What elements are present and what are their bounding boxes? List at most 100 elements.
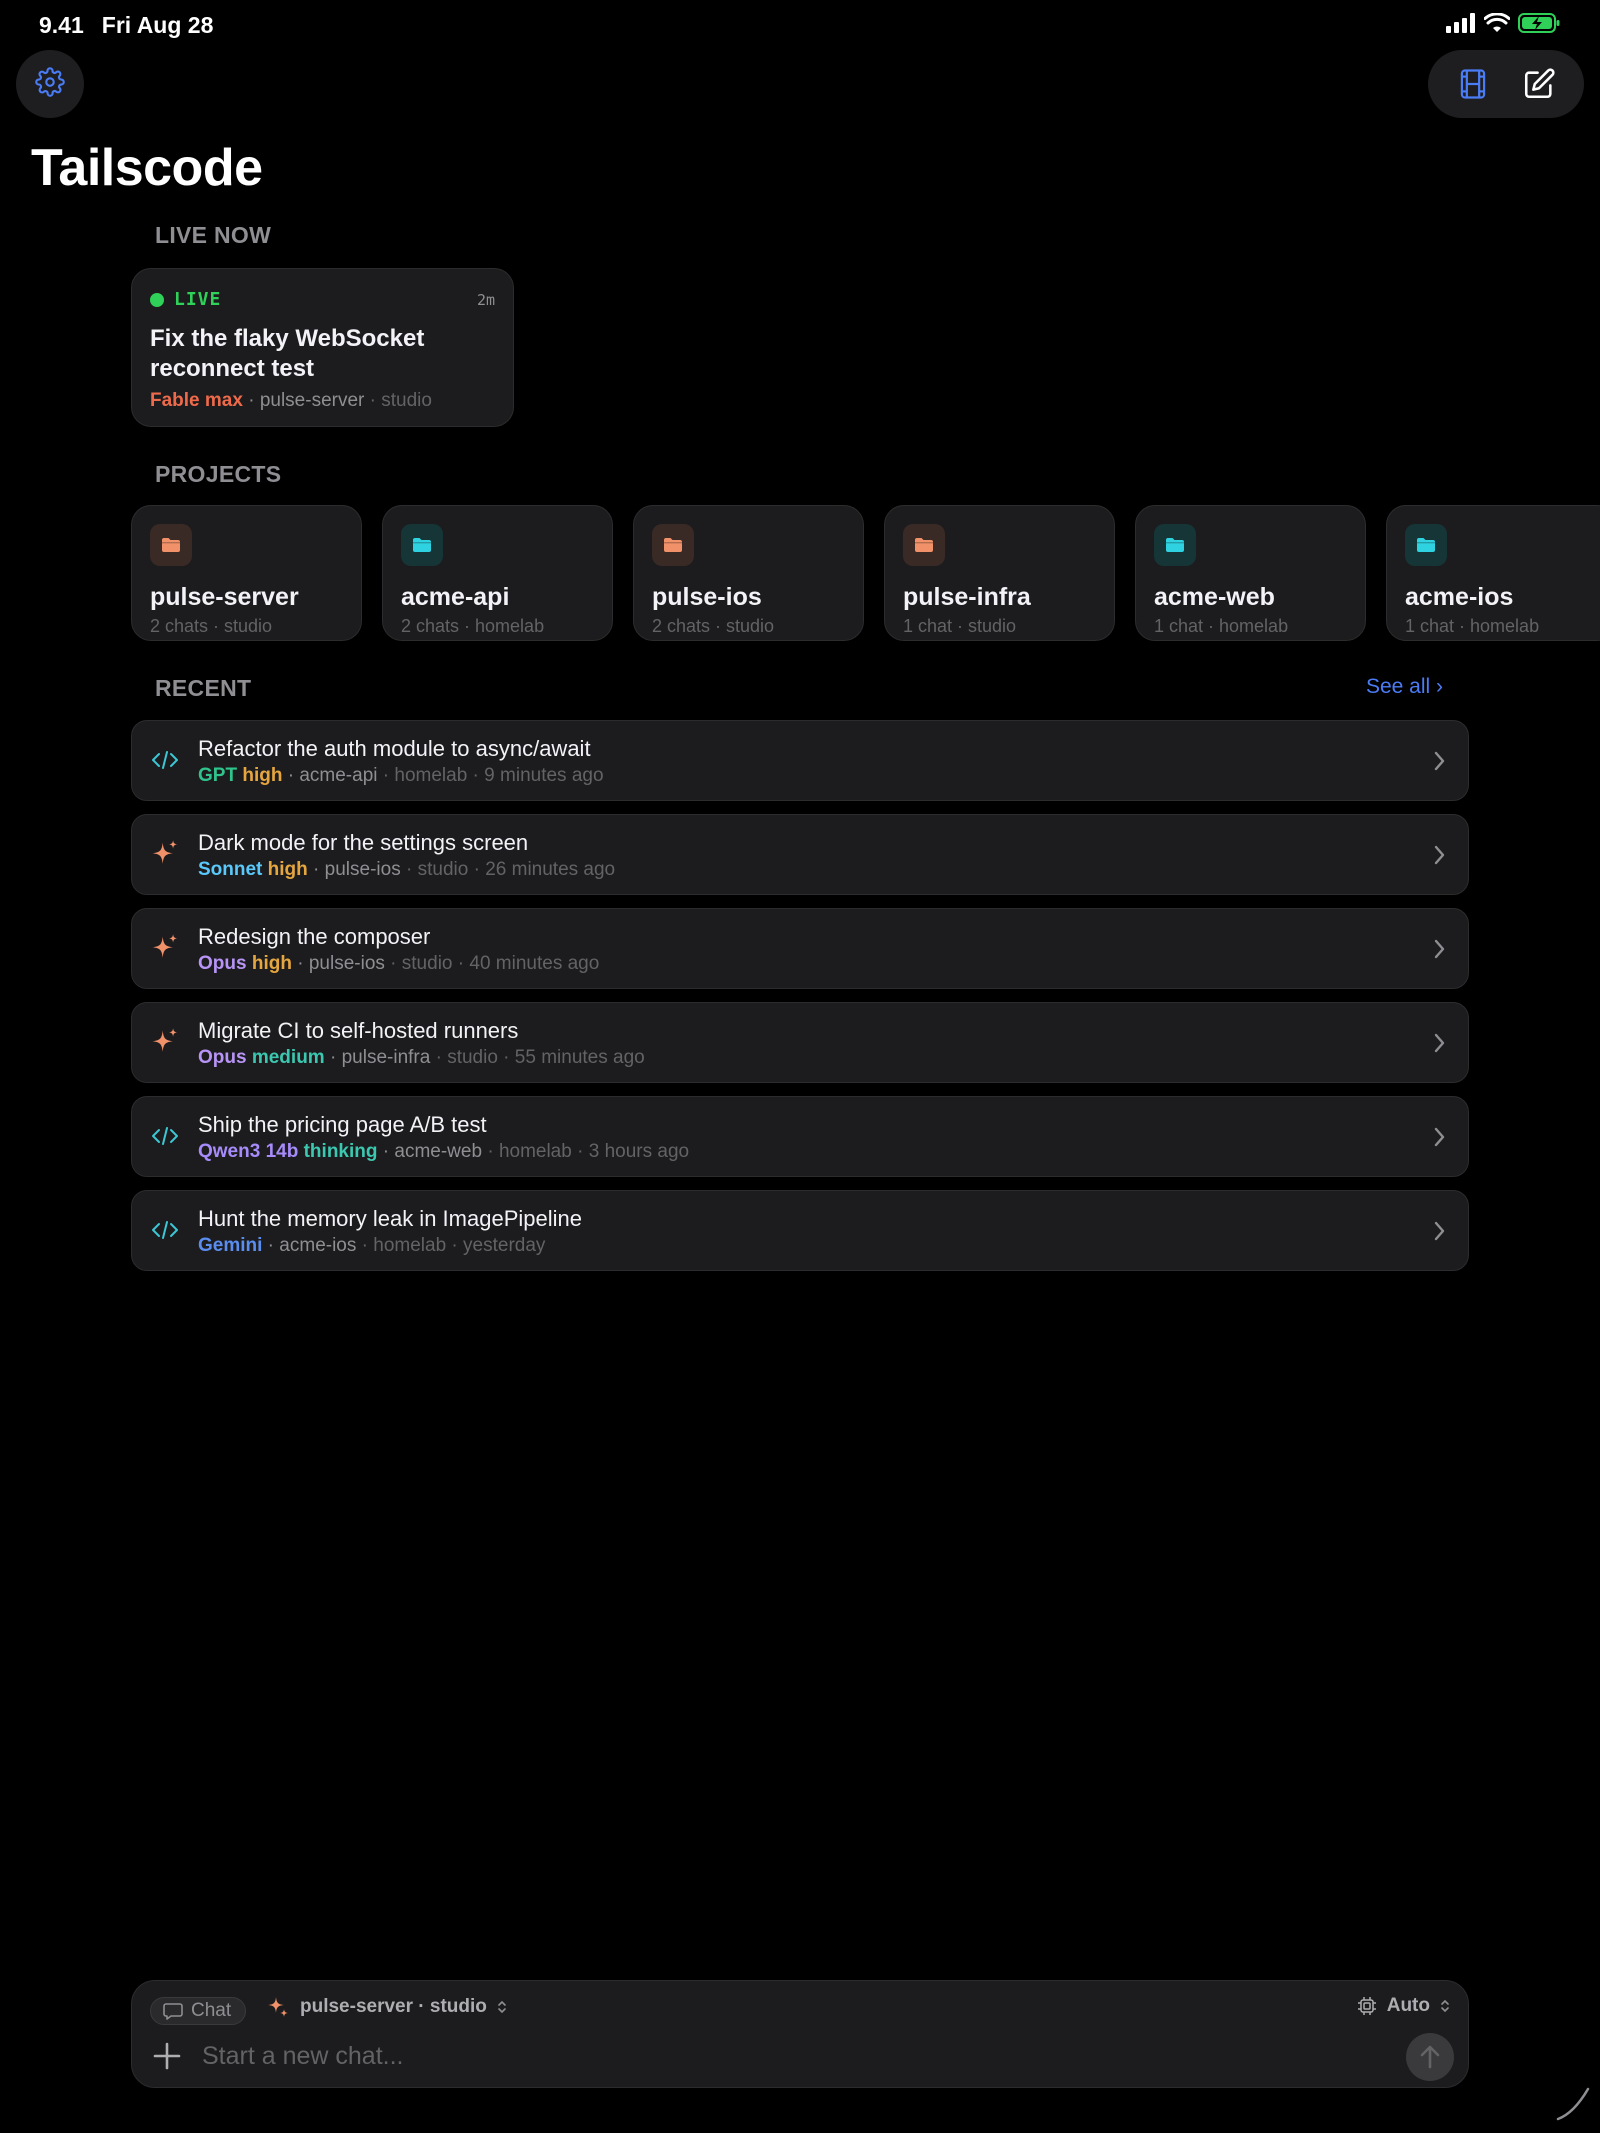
model-label: Qwen3 14b xyxy=(198,1141,299,1162)
time-label: 3 hours ago xyxy=(588,1141,690,1162)
status-date: Fri Aug 28 xyxy=(101,11,214,38)
recent-chat-meta: Gemini · acme-ios · homelab · yesterday xyxy=(198,1235,546,1256)
compose-icon xyxy=(1524,68,1555,99)
live-elapsed: 2m xyxy=(476,290,495,309)
recent-chat-row[interactable]: Migrate CI to self-hosted runners Opus me… xyxy=(131,1002,1469,1083)
see-all-link[interactable]: See all › xyxy=(1366,675,1443,699)
time-label: 9 minutes ago xyxy=(484,765,604,786)
project-name: pulse-infra xyxy=(903,583,1031,611)
sparkle-icon xyxy=(268,1997,288,2017)
project-card[interactable]: acme-api 2 chats · homelab xyxy=(382,505,613,641)
model-label: Gemini xyxy=(198,1235,263,1256)
effort-label: high xyxy=(267,859,308,880)
folder-icon xyxy=(1405,524,1447,566)
recent-chat-title: Redesign the composer xyxy=(198,924,431,949)
recent-chat-row[interactable]: Refactor the auth module to async/await G… xyxy=(131,720,1469,801)
signal-icon xyxy=(1446,12,1476,39)
status-bar: 9.41 Fri Aug 28 xyxy=(39,10,1560,40)
code-icon xyxy=(150,1215,180,1245)
recent-chat-row[interactable]: Redesign the composer Opus high · pulse-i… xyxy=(131,908,1469,989)
live-session-meta: Fable max · pulse-server · studio xyxy=(150,390,432,411)
model-label: Opus xyxy=(198,953,247,974)
model-label: Sonnet xyxy=(198,859,263,880)
recent-chat-title: Migrate CI to self-hosted runners xyxy=(198,1018,519,1043)
folder-icon xyxy=(903,524,945,566)
status-time: 9.41 xyxy=(39,11,84,38)
project-meta: 1 chat · homelab xyxy=(1405,616,1540,636)
new-chat-input[interactable] xyxy=(202,2037,1322,2075)
film-button[interactable] xyxy=(1445,56,1501,112)
cpu-icon xyxy=(1357,1997,1376,2015)
project-meta: 2 chats · homelab xyxy=(401,616,545,636)
film-icon xyxy=(1460,69,1486,99)
code-icon xyxy=(150,745,180,775)
model-label: Opus xyxy=(198,1047,247,1068)
host-label: studio xyxy=(401,953,453,974)
recent-chat-meta: GPT high · acme-api · homelab · 9 minute… xyxy=(198,765,604,786)
gear-icon xyxy=(35,66,65,102)
arrow-up-icon xyxy=(1420,2045,1440,2069)
project-name: acme-web xyxy=(1154,583,1275,611)
folder-icon xyxy=(1154,524,1196,566)
effort-label: high xyxy=(251,953,292,974)
recent-chat-title: Hunt the memory leak in ImagePipeline xyxy=(198,1206,582,1231)
wifi-icon xyxy=(1483,11,1511,39)
live-session-title: Fix the flaky WebSocket reconnect test xyxy=(150,325,425,382)
battery-charging-icon xyxy=(1518,12,1560,39)
live-session-card[interactable]: LIVE 2m Fix the flaky WebSocket reconnec… xyxy=(131,268,514,427)
project-name: pulse-server xyxy=(150,583,299,611)
recent-chat-meta: Qwen3 14b thinking · acme-web · homelab … xyxy=(198,1141,690,1162)
chevron-right-icon xyxy=(1428,842,1450,868)
project-card[interactable]: pulse-infra 1 chat · studio xyxy=(884,505,1115,641)
project-host-label: pulse-server · studio xyxy=(300,1996,487,2017)
project-card[interactable]: pulse-server 2 chats · studio xyxy=(131,505,362,641)
project-meta: 2 chats · studio xyxy=(652,616,775,636)
time-label: 55 minutes ago xyxy=(514,1047,645,1068)
top-actions xyxy=(1428,50,1584,118)
live-dot-icon xyxy=(150,292,164,307)
project-card[interactable]: pulse-ios 2 chats · studio xyxy=(633,505,864,641)
time-label: yesterday xyxy=(463,1235,546,1256)
chat-mode-chip[interactable]: Chat xyxy=(150,1997,247,2025)
recent-label: RECENT xyxy=(155,675,252,701)
chevron-right-icon xyxy=(1428,936,1450,962)
time-label: 40 minutes ago xyxy=(469,953,600,974)
project-name: acme-api xyxy=(401,583,510,611)
recent-chat-row[interactable]: Ship the pricing page A/B test Qwen3 14b … xyxy=(131,1096,1469,1177)
recent-chat-row[interactable]: Hunt the memory leak in ImagePipeline Gem… xyxy=(131,1190,1469,1271)
project-label: pulse-ios xyxy=(308,953,385,974)
recent-chat-title: Ship the pricing page A/B test xyxy=(198,1112,487,1137)
project-meta: 1 chat · homelab xyxy=(1154,616,1289,636)
chat-bubble-icon xyxy=(163,2003,183,2020)
chevron-right-icon xyxy=(1428,1124,1450,1150)
host-label: studio xyxy=(447,1047,498,1068)
recent-chat-meta: Opus high · pulse-ios · studio · 40 minu… xyxy=(198,953,600,974)
send-button[interactable] xyxy=(1406,2033,1454,2081)
project-meta: 2 chats · studio xyxy=(150,616,273,636)
project-host-selector[interactable]: pulse-server · studio xyxy=(266,1995,507,2019)
code-icon xyxy=(150,1121,180,1151)
model-label: GPT xyxy=(198,765,238,786)
recent-list: Refactor the auth module to async/await G… xyxy=(131,720,1469,1284)
chevron-right-icon xyxy=(1428,1030,1450,1056)
project-card[interactable]: acme-web 1 chat · homelab xyxy=(1135,505,1366,641)
project-label: acme-api xyxy=(299,765,378,786)
model-selector[interactable]: Auto xyxy=(1357,1995,1450,2017)
projects-label: PROJECTS xyxy=(155,461,282,487)
recent-chat-meta: Sonnet high · pulse-ios · studio · 26 mi… xyxy=(198,859,616,880)
updown-chevron-icon xyxy=(1441,1999,1449,2013)
host-label: studio xyxy=(417,859,469,880)
time-label: 26 minutes ago xyxy=(485,859,616,880)
settings-button[interactable] xyxy=(16,50,84,118)
host-label: homelab xyxy=(498,1141,572,1162)
recent-chat-title: Refactor the auth module to async/await xyxy=(198,736,591,761)
sparkle-icon xyxy=(150,1027,180,1057)
effort-label: medium xyxy=(251,1047,325,1068)
host-label: homelab xyxy=(373,1235,447,1256)
effort-label: thinking xyxy=(303,1141,378,1162)
recent-chat-row[interactable]: Dark mode for the settings screen Sonnet … xyxy=(131,814,1469,895)
attach-button[interactable] xyxy=(150,2039,184,2073)
projects-carousel[interactable]: pulse-server 2 chats · studio acme-api 2 ch… xyxy=(131,505,1600,641)
compose-button[interactable] xyxy=(1511,56,1567,112)
project-card[interactable]: acme-ios 1 chat · homelab xyxy=(1386,505,1600,641)
